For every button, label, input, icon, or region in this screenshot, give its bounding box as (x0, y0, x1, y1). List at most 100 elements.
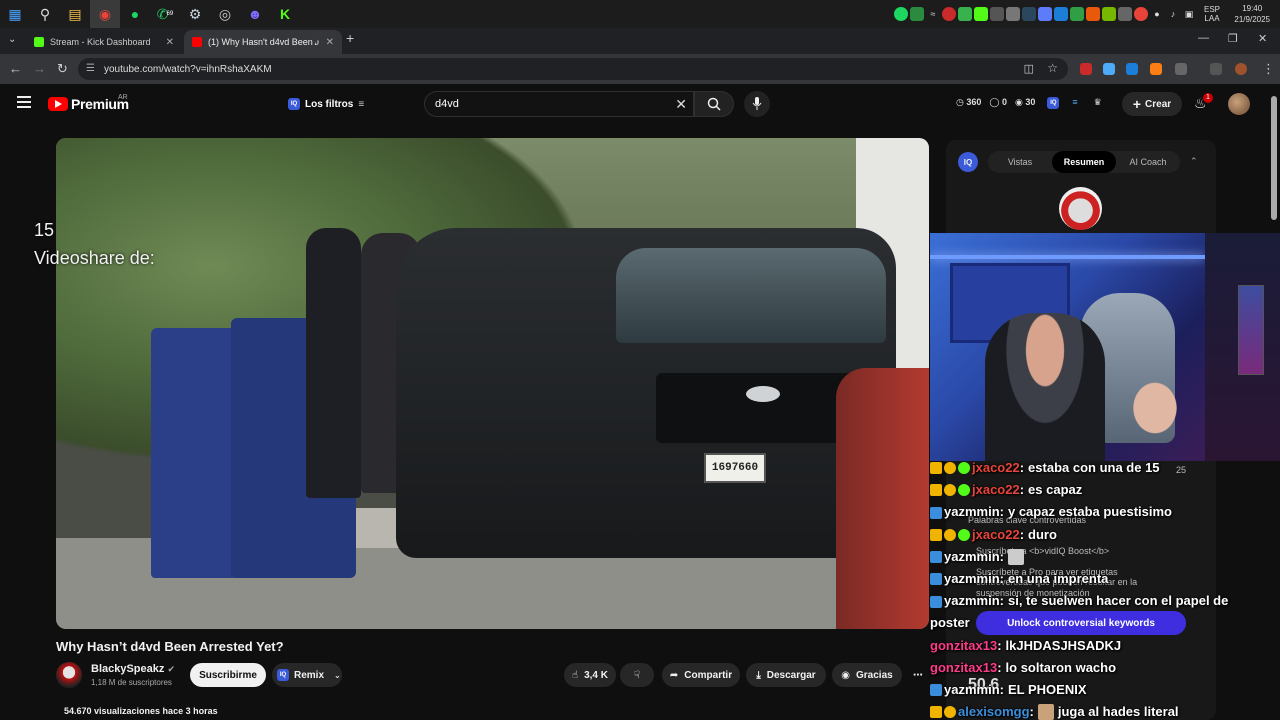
thanks-label: Gracias (856, 669, 893, 681)
extension-icon-4[interactable] (1150, 63, 1162, 75)
new-tab-icon[interactable]: + (346, 30, 354, 46)
tab-kick-dashboard[interactable]: Stream - Kick Dashboard ✕ (26, 30, 182, 54)
channel-logo (1059, 187, 1102, 230)
extension-icon-3[interactable] (1126, 63, 1138, 75)
webcam-poster (1238, 285, 1264, 375)
windows-start-icon[interactable]: ▦ (0, 0, 30, 28)
chat-username: jxaco22 (972, 482, 1020, 498)
steam-icon[interactable]: ⚙ (180, 0, 210, 28)
voice-search-button[interactable] (744, 91, 770, 117)
microphone-icon (752, 97, 762, 110)
system-clock[interactable]: 19:40 21/9/2025 (1234, 3, 1270, 25)
video-scene-person (306, 228, 361, 498)
youtube-logo[interactable]: Premium (48, 96, 129, 112)
tab-label: (1) Why Hasn't d4vd Been A (208, 37, 316, 47)
chat-username: yazmmin (944, 593, 1000, 609)
more-actions-button[interactable]: ⋯ (906, 663, 930, 687)
thanks-button[interactable]: ◉ Gracias (832, 663, 902, 687)
minimize-icon[interactable]: — (1198, 32, 1209, 44)
create-button[interactable]: + Crear (1122, 92, 1182, 116)
subscriber-badge-icon (930, 462, 942, 475)
wifi-tray-icon[interactable]: ≈ (926, 7, 940, 21)
address-bar[interactable]: ☰ youtube.com/watch?v=ihnRshaXAKM ◫ ☆ (78, 58, 1068, 80)
vidiq-stats: ◷ 360 ◯ 0 ◉ 30 IQ ≡ ♛ (956, 97, 1102, 109)
extension-icon-1[interactable] (1080, 63, 1092, 75)
tab-vistas[interactable]: Vistas (988, 151, 1052, 173)
tab-youtube-video[interactable]: (1) Why Hasn't d4vd Been A ♪ ✕ (184, 30, 342, 54)
verified-icon: ✔ (167, 664, 175, 674)
subscribe-button[interactable]: Suscribirme (190, 663, 266, 687)
collapse-chevron-icon[interactable]: ⌃ (1190, 156, 1198, 167)
game-tray-icon[interactable] (1069, 7, 1084, 21)
network-tray-icon[interactable]: ▣ (1182, 7, 1196, 21)
reload-icon[interactable]: ↻ (57, 61, 68, 77)
x-tray-icon[interactable] (1085, 7, 1100, 21)
mail-tray-icon[interactable] (1005, 7, 1020, 21)
nvidia-tray-icon[interactable] (1101, 7, 1116, 21)
site-info-icon[interactable]: ☰ (86, 63, 95, 74)
like-button[interactable]: ☝ 3,4 K (564, 663, 616, 687)
share-icon: ➦ (669, 669, 679, 681)
display-tray-icon[interactable] (1117, 7, 1132, 21)
clear-search-icon[interactable]: ✕ (675, 96, 687, 113)
account-avatar[interactable] (1228, 93, 1250, 115)
close-tab-icon[interactable]: ✕ (166, 37, 174, 48)
profile-icon[interactable] (1235, 63, 1247, 75)
extensions-puzzle-icon[interactable] (1175, 63, 1187, 75)
bookmark-star-icon[interactable]: ☆ (1047, 61, 1058, 75)
close-window-icon[interactable]: ✕ (1258, 32, 1267, 45)
reading-list-icon[interactable] (1210, 63, 1222, 75)
file-explorer-icon[interactable]: ▤ (60, 0, 90, 28)
list-icon[interactable]: ≡ (1072, 97, 1077, 109)
audio-playing-icon[interactable]: ♪ (316, 37, 321, 47)
download-button[interactable]: ⤓ Descargar (746, 663, 826, 687)
vidiq-toolbar-icon[interactable]: IQ (1047, 97, 1060, 109)
channel-name[interactable]: BlackySpeakz ✔ (91, 663, 175, 675)
tab-ai-coach[interactable]: AI Coach (1116, 151, 1180, 173)
chat-colon: : (999, 548, 1004, 564)
app-tray-icon[interactable] (909, 7, 924, 21)
channel-avatar[interactable] (56, 662, 82, 688)
obs-icon[interactable]: ◎ (210, 0, 240, 28)
chat-tray-icon[interactable] (957, 7, 972, 21)
discord-icon[interactable]: ☻ (240, 0, 270, 28)
spotify-icon[interactable]: ● (120, 0, 150, 28)
video-player[interactable]: 1697660 (56, 138, 929, 629)
trophy-icon[interactable]: ♛ (1094, 97, 1102, 109)
kick-tray-icon[interactable] (973, 7, 988, 21)
search-button[interactable] (694, 91, 734, 117)
record-tray-icon[interactable] (941, 7, 956, 21)
extension-icon-2[interactable] (1103, 63, 1115, 75)
remix-button[interactable]: IQ Remix ⌄ (272, 663, 342, 687)
page-scrollbar[interactable] (1271, 96, 1277, 220)
steam-tray-icon[interactable] (1021, 7, 1036, 21)
download-icon: ⤓ (756, 669, 761, 681)
chrome-tray-icon[interactable] (1133, 7, 1148, 21)
speaker-tray-icon[interactable]: ♪ (1166, 7, 1180, 21)
tab-search-icon[interactable]: ⌄ (8, 34, 16, 45)
search-input[interactable]: d4vd ✕ (424, 91, 694, 117)
close-tab-icon[interactable]: ✕ (326, 37, 334, 48)
forward-icon[interactable]: → (33, 61, 46, 76)
stat-watch-value: 30 (1025, 97, 1036, 107)
back-icon[interactable]: ← (9, 61, 22, 76)
chrome-icon[interactable]: ◉ (90, 0, 120, 28)
tab-resumen[interactable]: Resumen (1052, 151, 1116, 173)
mic-tray-icon[interactable]: ● (1150, 7, 1164, 21)
whatsapp-icon[interactable]: ✆ 69 (150, 0, 180, 28)
shield-tray-icon[interactable] (1053, 7, 1068, 21)
restore-icon[interactable]: ❐ (1228, 32, 1238, 45)
monitor-tray-icon[interactable] (989, 7, 1004, 21)
search-icon[interactable]: ⚲ (30, 0, 60, 28)
language-indicator[interactable]: ESP LAA (1204, 5, 1220, 23)
filters-button[interactable]: IQ Los filtros ≡ (288, 93, 364, 115)
vidiq-tabs: Vistas Resumen AI Coach (988, 151, 1180, 173)
pen-tray-icon[interactable] (1037, 7, 1052, 21)
browser-menu-icon[interactable]: ⋮ (1262, 61, 1275, 77)
dislike-button[interactable]: ☟ (620, 663, 654, 687)
menu-icon[interactable] (17, 96, 31, 111)
cast-icon[interactable]: ◫ (1024, 62, 1034, 75)
kick-icon[interactable]: K (270, 0, 300, 28)
spotify-tray-icon[interactable] (893, 7, 908, 21)
share-button[interactable]: ➦ Compartir (662, 663, 740, 687)
